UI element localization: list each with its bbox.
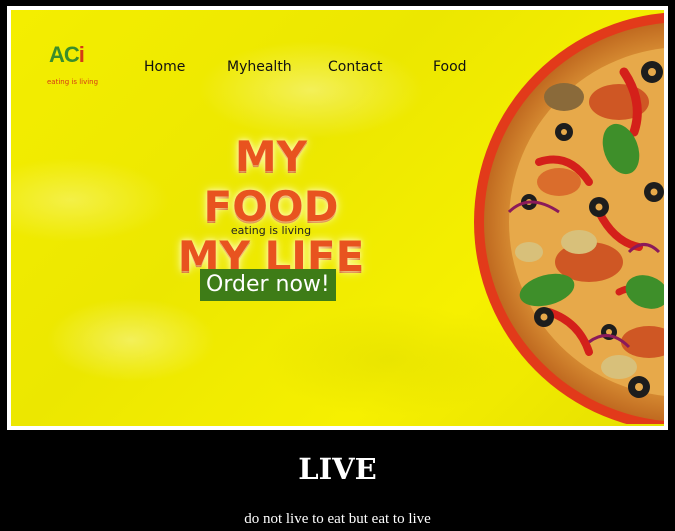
headline-line-1: MY FOOD <box>203 132 339 231</box>
section-title: LIVE <box>298 452 377 486</box>
nav-myhealth-link[interactable]: Myhealth <box>227 59 292 75</box>
pizza-image <box>474 13 664 424</box>
logo-mark-letters: AC <box>49 42 80 67</box>
hero-tagline: eating is living <box>230 224 312 237</box>
hero-headline: MY FOOD MY LIFE <box>161 132 381 282</box>
order-now-button[interactable]: Order now! <box>200 269 336 301</box>
brand-logo-icon[interactable]: ACi eating is living <box>47 40 99 96</box>
hero-section: ACi eating is living Home Myhealth Conta… <box>11 10 664 426</box>
nav-home-link[interactable]: Home <box>144 59 185 75</box>
logo-tagline: eating is living <box>47 78 99 86</box>
logo-mark: ACi <box>49 42 85 68</box>
nav-food-link[interactable]: Food <box>433 59 467 75</box>
hero-frame: ACi eating is living Home Myhealth Conta… <box>7 6 668 430</box>
section-subtitle: do not live to eat but eat to live <box>244 511 431 527</box>
nav-contact-link[interactable]: Contact <box>328 59 382 75</box>
logo-mark-accent: i <box>78 42 85 67</box>
